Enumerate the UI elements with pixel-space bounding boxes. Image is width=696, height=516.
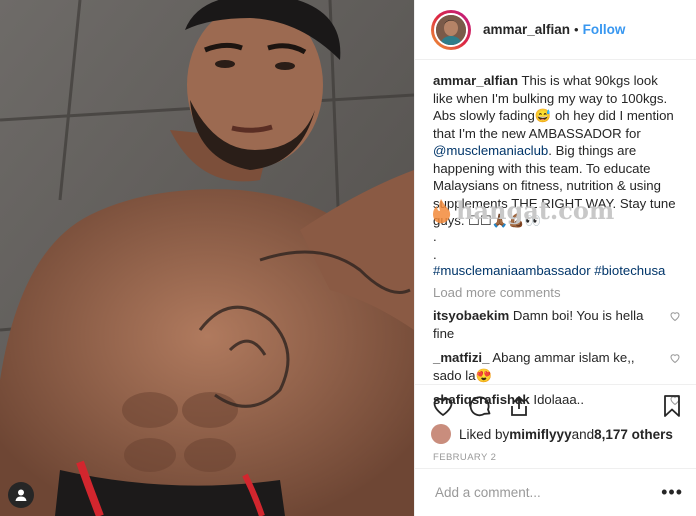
caption-mention[interactable]: @musclemaniaclub bbox=[433, 143, 548, 158]
comment-icon[interactable] bbox=[469, 394, 493, 423]
likes-prefix: Liked by bbox=[459, 426, 510, 442]
caption-dot-2: . bbox=[433, 246, 437, 262]
share-icon[interactable] bbox=[507, 394, 531, 423]
avatar-image bbox=[434, 12, 468, 47]
liker-avatar[interactable] bbox=[431, 424, 451, 444]
avatar[interactable] bbox=[431, 9, 471, 50]
comment-row: _matfizi_ Abang ammar islam ke,, sado la… bbox=[415, 346, 696, 388]
watermark: hangat.com bbox=[430, 196, 614, 225]
follow-button[interactable]: Follow bbox=[583, 22, 626, 37]
likes-summary: Liked by mimiflyyy and 8,177 others bbox=[431, 424, 673, 444]
post-username[interactable]: ammar_alfian bbox=[483, 22, 570, 37]
load-more-comments[interactable]: Load more comments bbox=[415, 279, 696, 304]
more-options-icon[interactable]: ••• bbox=[661, 482, 683, 503]
liker-username[interactable]: mimiflyyy bbox=[509, 427, 571, 442]
comment-like-icon[interactable] bbox=[668, 352, 682, 364]
comment-row: itsyobaekim Damn boi! You is hella fine bbox=[415, 304, 696, 346]
watermark-text: hangat.com bbox=[456, 196, 615, 225]
post-side-panel: ammar_alfian • Follow ammar_alfian This … bbox=[414, 0, 696, 516]
comment-username[interactable]: _matfizi_ bbox=[433, 350, 489, 365]
user-tag-icon[interactable] bbox=[8, 482, 34, 508]
likes-mid: and bbox=[571, 426, 595, 442]
post-photo[interactable] bbox=[0, 0, 414, 516]
add-comment-bar: ••• bbox=[415, 468, 696, 516]
comment-like-icon[interactable] bbox=[668, 310, 682, 322]
bookmark-icon[interactable] bbox=[661, 394, 683, 423]
add-comment-input[interactable] bbox=[433, 484, 662, 501]
post-actions bbox=[415, 384, 696, 424]
caption-dot-1: . bbox=[433, 228, 437, 244]
post-caption: ammar_alfian This is what 90kgs look lik… bbox=[415, 60, 696, 279]
separator-dot: • bbox=[574, 22, 579, 37]
post-date[interactable]: FEBRUARY 2 bbox=[433, 452, 496, 463]
heart-icon[interactable] bbox=[431, 394, 455, 423]
comment-username[interactable]: itsyobaekim bbox=[433, 308, 509, 323]
caption-username[interactable]: ammar_alfian bbox=[433, 73, 518, 88]
likes-count[interactable]: 8,177 others bbox=[594, 427, 673, 442]
post-header: ammar_alfian • Follow bbox=[415, 0, 696, 60]
flame-icon bbox=[433, 198, 451, 223]
caption-hashtags[interactable]: #musclemaniaambassador #biotechusa bbox=[433, 262, 680, 280]
